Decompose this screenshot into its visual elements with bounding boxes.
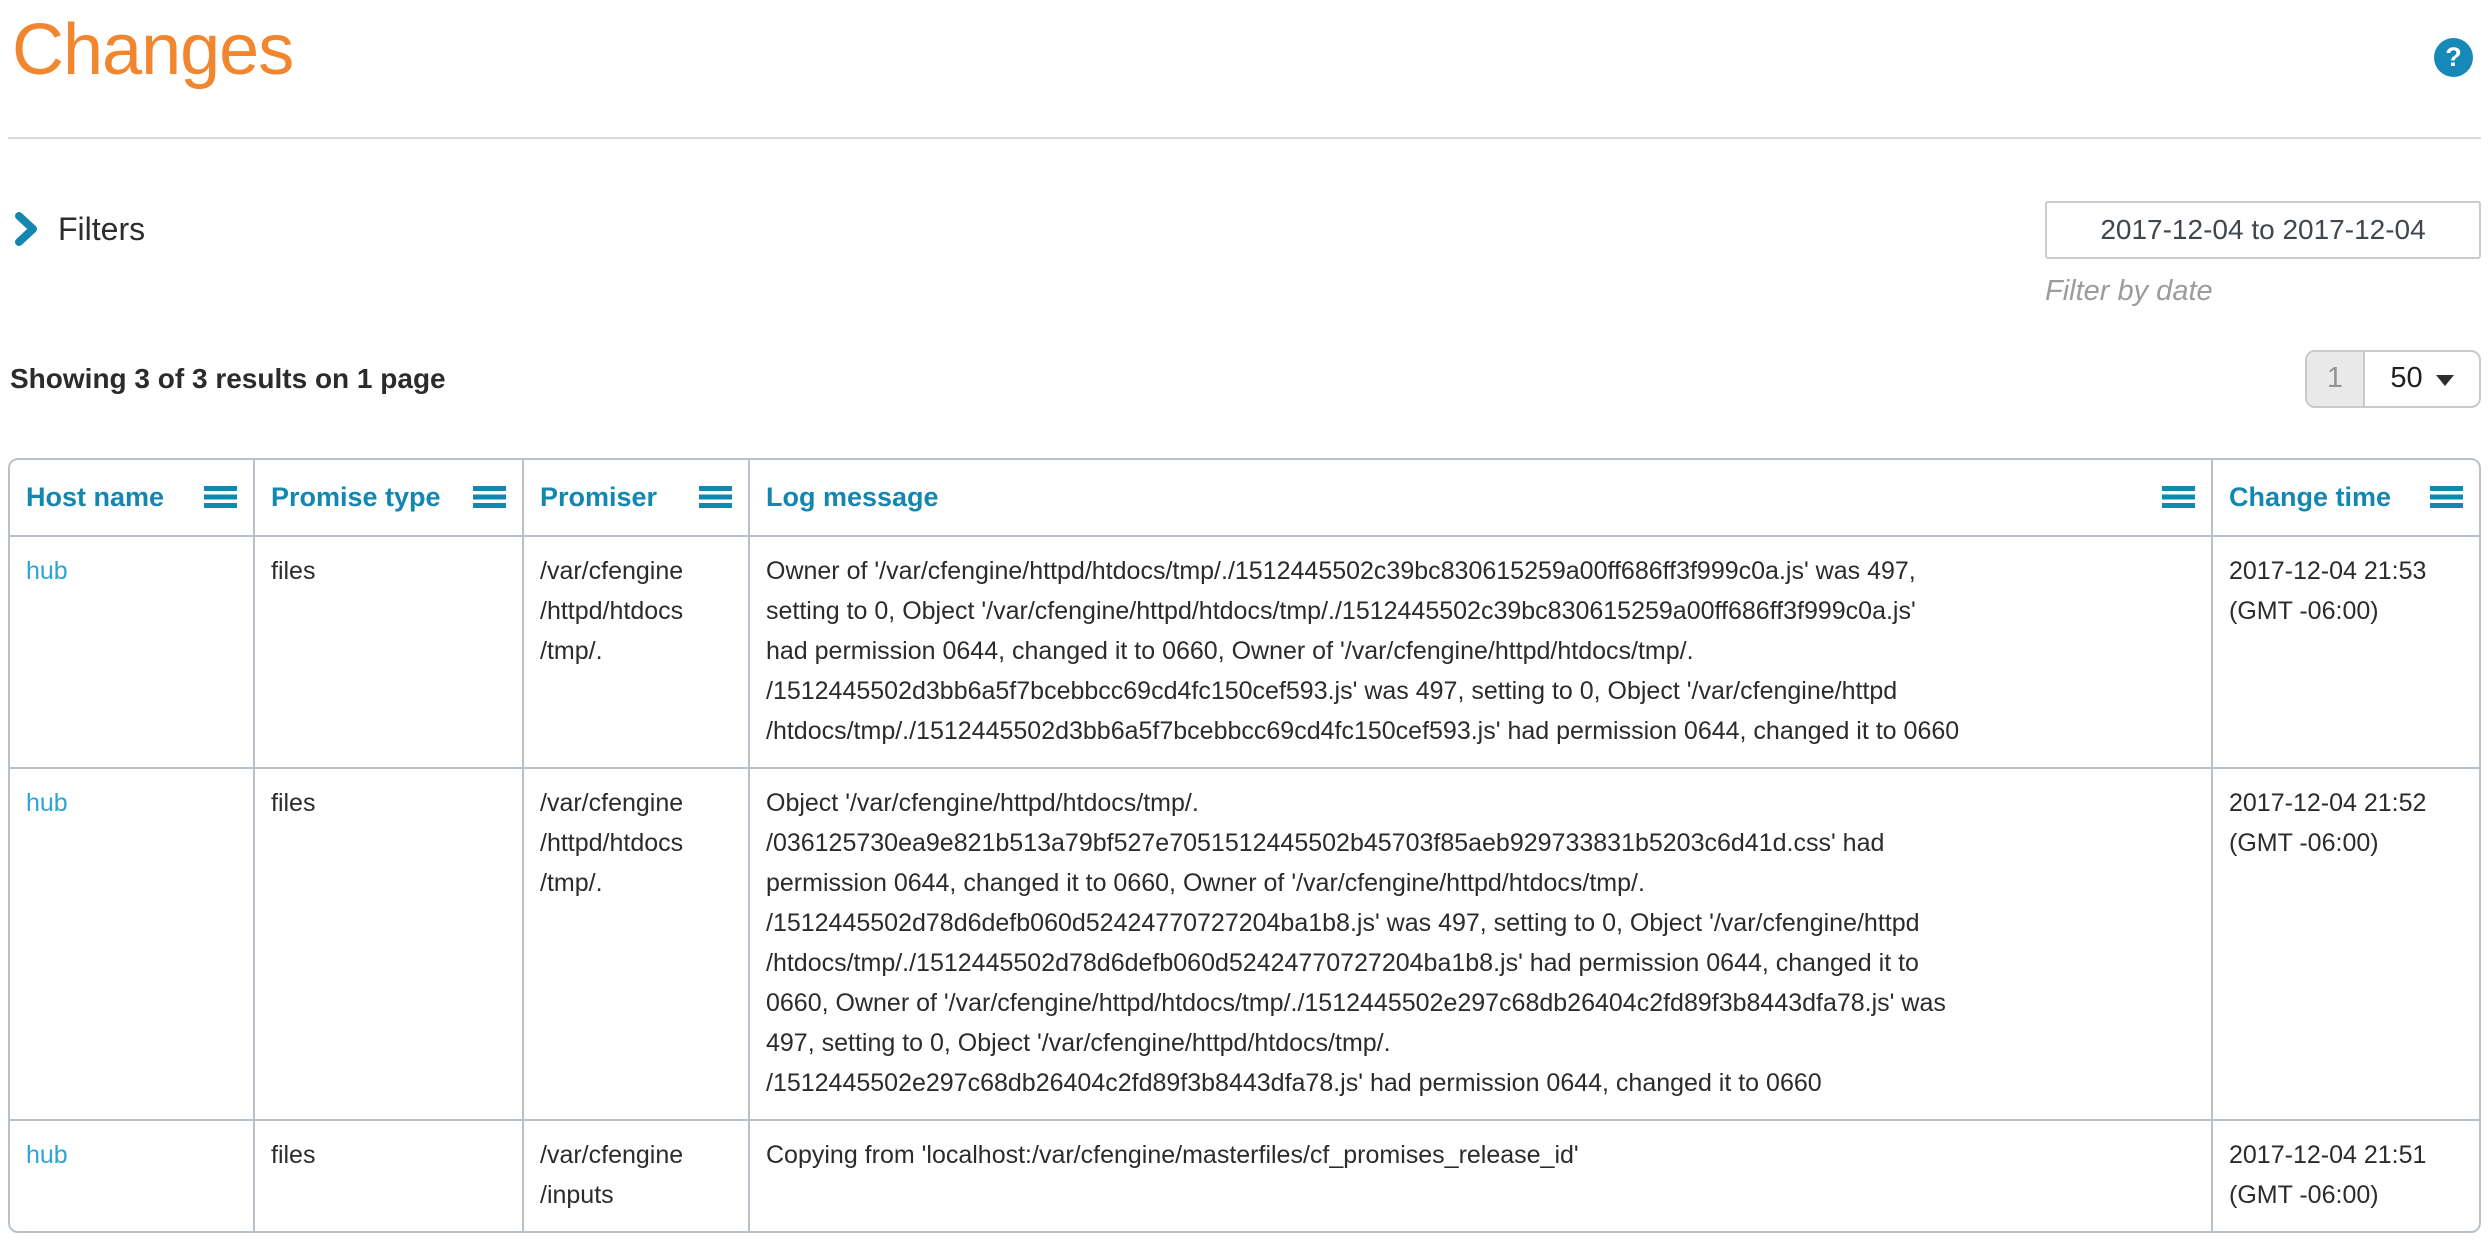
change-time-cell: 2017-12-04 21:53 (GMT -06:00) — [2212, 536, 2479, 768]
page-number-button[interactable]: 1 — [2307, 352, 2365, 406]
page-size-dropdown[interactable]: 50 — [2365, 352, 2479, 406]
date-filter: Filter by date — [2045, 201, 2481, 308]
column-menu-icon[interactable] — [699, 486, 732, 508]
table-row: hub files /var/cfengine /httpd/htdocs /t… — [10, 768, 2479, 1120]
column-menu-icon[interactable] — [473, 486, 506, 508]
table-row: hub files /var/cfengine /httpd/htdocs /t… — [10, 536, 2479, 768]
page-header: Changes ? — [8, 8, 2481, 91]
caret-down-icon — [2436, 375, 2454, 386]
promise-type-cell: files — [254, 536, 523, 768]
promise-type-cell: files — [254, 1120, 523, 1231]
results-row: Showing 3 of 3 results on 1 page 1 50 — [8, 350, 2481, 408]
promiser-cell: /var/cfengine /inputs — [523, 1120, 749, 1231]
log-message-cell: Owner of '/var/cfengine/httpd/htdocs/tmp… — [749, 536, 2212, 768]
divider — [8, 137, 2481, 139]
changes-page: Changes ? Filters Filter by date Showing… — [0, 0, 2489, 1233]
log-message-cell: Object '/var/cfengine/httpd/htdocs/tmp/.… — [749, 768, 2212, 1120]
date-filter-hint: Filter by date — [2045, 275, 2481, 308]
host-link[interactable]: hub — [26, 789, 68, 817]
host-link[interactable]: hub — [26, 1141, 68, 1169]
promiser-cell: /var/cfengine /httpd/htdocs /tmp/. — [523, 768, 749, 1120]
column-menu-icon[interactable] — [2162, 486, 2195, 508]
table-row: hub files /var/cfengine /inputs Copying … — [10, 1120, 2479, 1231]
promise-type-cell: files — [254, 768, 523, 1120]
pagination: 1 50 — [2305, 350, 2481, 408]
col-header-host-name[interactable]: Host name — [26, 482, 164, 513]
change-time-cell: 2017-12-04 21:52 (GMT -06:00) — [2212, 768, 2479, 1120]
changes-table: Host name Promise type Promiser Log mess… — [8, 458, 2481, 1233]
filters-row: Filters Filter by date — [8, 201, 2481, 308]
page-title: Changes — [12, 10, 2479, 91]
filters-label: Filters — [58, 211, 145, 248]
table-header-row: Host name Promise type Promiser Log mess… — [10, 460, 2479, 536]
column-menu-icon[interactable] — [204, 486, 237, 508]
help-icon[interactable]: ? — [2434, 38, 2473, 77]
filters-toggle[interactable]: Filters — [14, 211, 145, 248]
page-size-value: 50 — [2390, 362, 2422, 395]
host-link[interactable]: hub — [26, 557, 68, 585]
date-range-input[interactable] — [2045, 201, 2481, 259]
promiser-cell: /var/cfengine /httpd/htdocs /tmp/. — [523, 536, 749, 768]
col-header-promise-type[interactable]: Promise type — [271, 482, 441, 513]
col-header-log-message[interactable]: Log message — [766, 482, 939, 513]
col-header-promiser[interactable]: Promiser — [540, 482, 657, 513]
column-menu-icon[interactable] — [2430, 486, 2463, 508]
results-summary: Showing 3 of 3 results on 1 page — [10, 363, 446, 395]
chevron-right-icon — [14, 212, 38, 246]
col-header-change-time[interactable]: Change time — [2229, 482, 2391, 513]
change-time-cell: 2017-12-04 21:51 (GMT -06:00) — [2212, 1120, 2479, 1231]
log-message-cell: Copying from 'localhost:/var/cfengine/ma… — [749, 1120, 2212, 1231]
